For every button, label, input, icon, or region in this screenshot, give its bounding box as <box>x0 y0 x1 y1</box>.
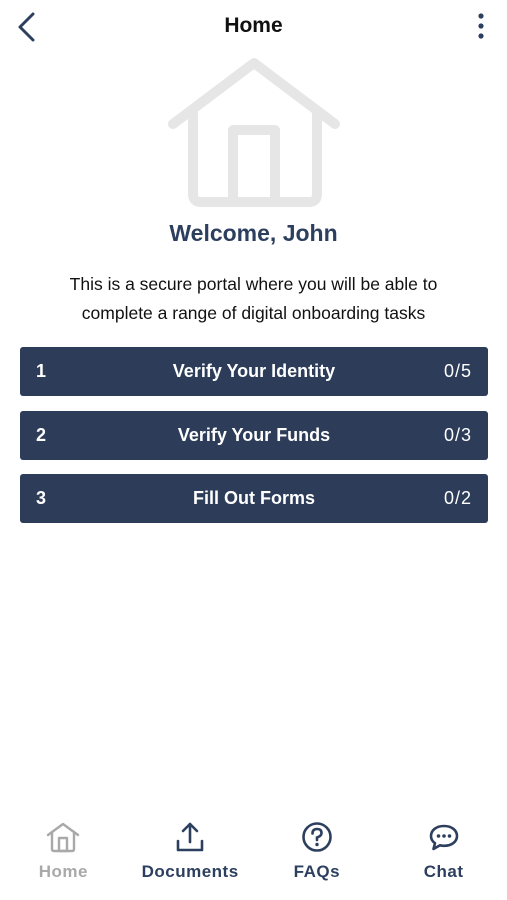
home-icon <box>47 822 80 853</box>
bottom-navigation: Home Documents FAQs Chat <box>0 800 507 900</box>
task-progress: 0/3 <box>443 424 472 445</box>
house-icon <box>168 58 340 207</box>
nav-home[interactable]: Home <box>0 800 127 900</box>
nav-documents[interactable]: Documents <box>127 800 254 900</box>
intro-text: This is a secure portal where you will b… <box>69 274 438 323</box>
upload-icon <box>176 822 204 852</box>
task-label: Verify Your Identity <box>172 361 336 381</box>
question-circle-icon <box>302 822 332 852</box>
task-verify-identity[interactable]: 1 Verify Your Identity 0/5 <box>20 347 488 396</box>
task-progress: 0/2 <box>443 488 472 508</box>
nav-chat[interactable]: Chat <box>380 800 507 900</box>
task-fill-out-forms[interactable]: 3 Fill Out Forms 0/2 <box>20 474 488 523</box>
task-label: Fill Out Forms <box>192 488 315 508</box>
welcome-heading: Welcome, John <box>169 220 338 246</box>
task-verify-funds[interactable]: 2 Verify Your Funds 0/3 <box>20 410 488 460</box>
more-options-button[interactable] <box>469 10 493 42</box>
nav-label: Documents <box>141 862 239 881</box>
app-screen: Home Welcome, John This is a secure port… <box>0 0 507 900</box>
task-list: 1 Verify Your Identity 0/5 2 Verify Your… <box>20 347 488 538</box>
nav-label: Chat <box>423 862 464 881</box>
task-label: Verify Your Funds <box>177 424 331 445</box>
nav-faqs[interactable]: FAQs <box>254 800 381 900</box>
top-app-bar: Home <box>0 0 507 56</box>
nav-label: Home <box>38 862 88 881</box>
chat-bubble-icon <box>429 824 458 851</box>
page-title: Home <box>224 14 283 37</box>
more-vertical-icon <box>478 13 484 39</box>
task-progress: 0/5 <box>443 361 472 381</box>
nav-label: FAQs <box>293 862 341 881</box>
